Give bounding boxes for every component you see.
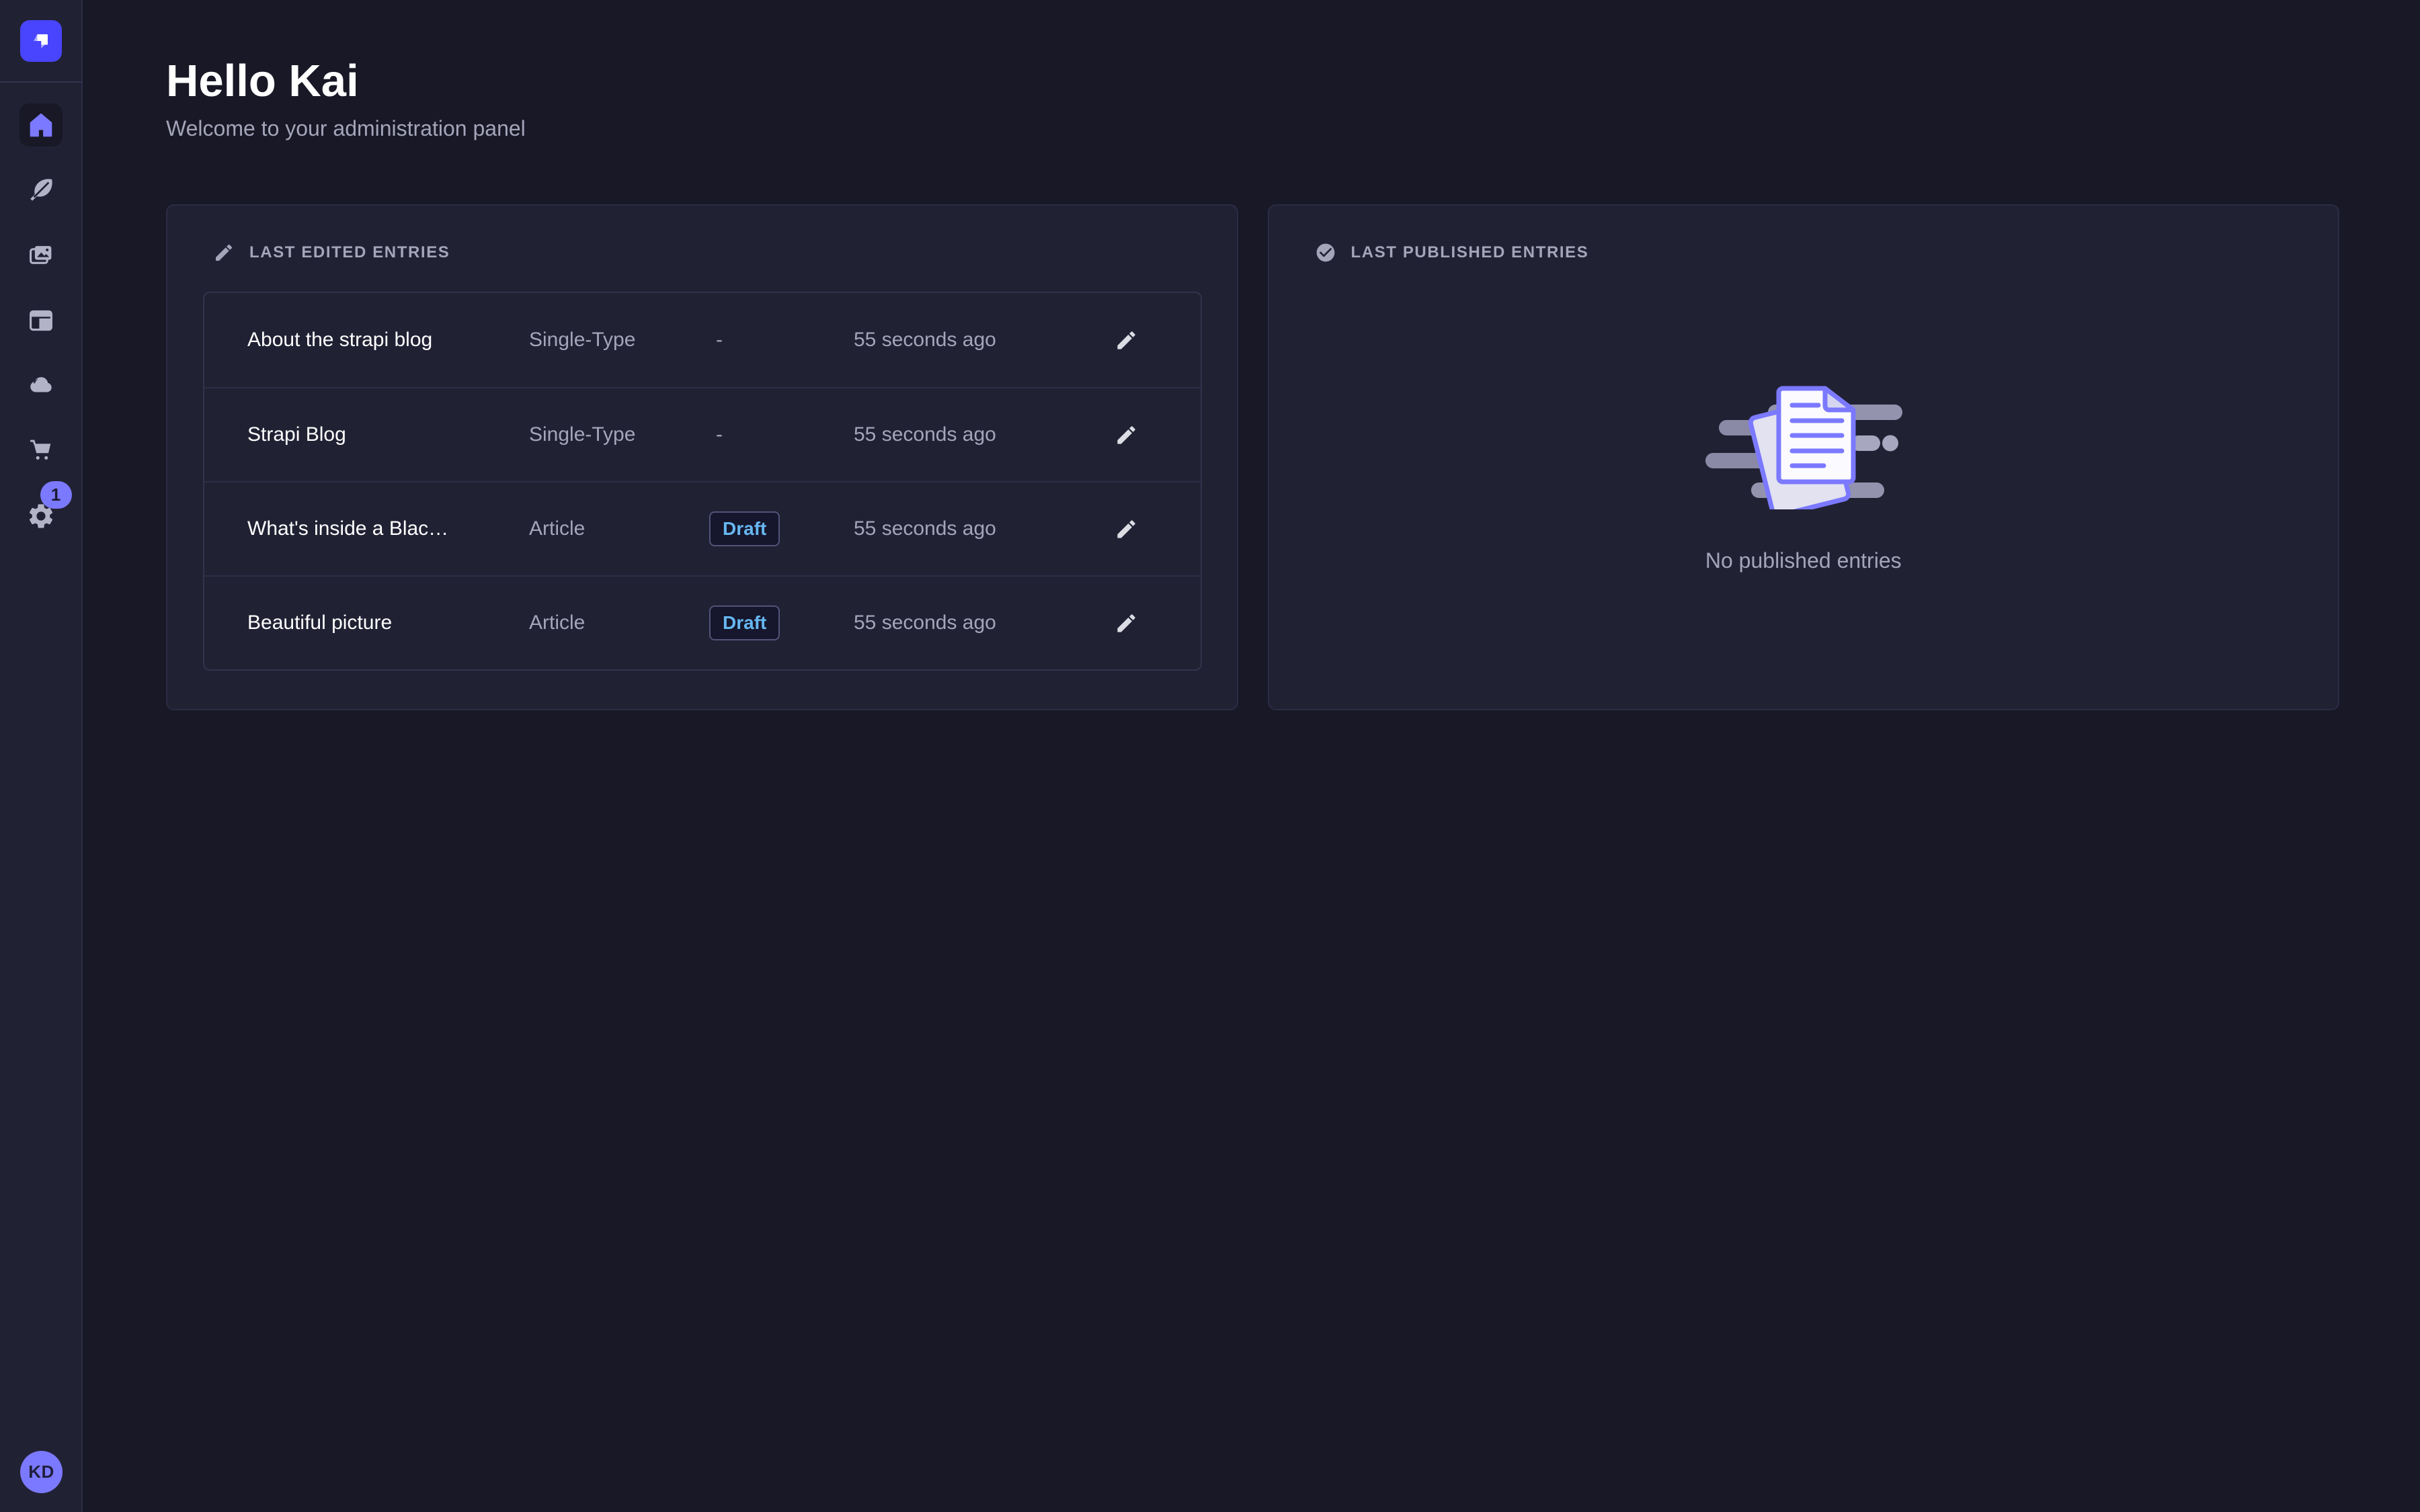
entry-status: Draft [716,605,854,640]
user-avatar[interactable]: KD [20,1451,63,1493]
nav-item-cloud[interactable] [19,364,63,407]
empty-state-text: No published entries [1705,548,1902,573]
last-published-panel: LAST PUBLISHED ENTRIES [1268,204,2340,710]
cloud-icon [26,371,56,401]
nav-item-settings[interactable]: 1 [19,495,63,538]
edit-entry-button[interactable] [1109,606,1143,640]
check-circle-icon [1315,242,1336,263]
entry-type: Article [529,612,716,634]
entry-status: Draft [716,511,854,546]
entry-time: 55 seconds ago [854,517,1073,540]
entry-time: 55 seconds ago [854,329,1073,351]
entry-title: About the strapi blog [247,329,529,351]
entry-type: Single-Type [529,423,716,446]
entry-title: Strapi Blog [247,423,529,446]
nav-item-content-type-builder[interactable] [19,299,63,342]
panels-row: LAST EDITED ENTRIES About the strapi blo… [166,204,2339,710]
edit-entry-button[interactable] [1109,512,1143,546]
cart-icon [26,436,56,466]
page-title: Hello Kai [166,55,2339,107]
entry-time: 55 seconds ago [854,423,1073,446]
sidebar-divider [0,81,82,83]
last-published-title: LAST PUBLISHED ENTRIES [1351,243,1589,262]
entry-type: Single-Type [529,329,716,351]
nav-items: 1 [19,103,63,538]
pencil-icon [1115,329,1138,352]
last-edited-panel: LAST EDITED ENTRIES About the strapi blo… [166,204,1238,710]
strapi-logo[interactable] [20,20,62,62]
main-navigation: 1 KD [0,0,83,1512]
edit-entry-button[interactable] [1109,418,1143,452]
pencil-icon [1115,423,1138,447]
nav-item-home[interactable] [19,103,63,146]
main-content: Hello Kai Welcome to your administration… [84,0,2420,1512]
entry-type: Article [529,517,716,540]
table-row: Beautiful picture Article Draft 55 secon… [204,575,1201,669]
status-badge: Draft [709,511,780,546]
table-row: About the strapi blog Single-Type - 55 s… [204,293,1201,387]
table-row: Strapi Blog Single-Type - 55 seconds ago [204,387,1201,481]
entry-title: Beautiful picture [247,612,529,634]
entry-time: 55 seconds ago [854,612,1073,634]
notification-badge: 1 [40,481,72,509]
table-row: What's inside a Blac… Article Draft 55 s… [204,481,1201,575]
pencil-icon [213,242,235,263]
empty-state: No published entries [1269,263,2339,573]
entry-title: What's inside a Blac… [247,517,529,540]
nav-item-marketplace[interactable] [19,429,63,472]
last-edited-table: About the strapi blog Single-Type - 55 s… [203,292,1202,671]
status-badge: Draft [709,605,780,640]
pencil-icon [1115,517,1138,541]
nav-item-content-manager[interactable] [19,169,63,212]
last-edited-header: LAST EDITED ENTRIES [167,206,1237,263]
page-subtitle: Welcome to your administration panel [166,116,2339,141]
last-edited-title: LAST EDITED ENTRIES [249,243,450,262]
last-published-header: LAST PUBLISHED ENTRIES [1269,206,2339,263]
edit-entry-button[interactable] [1109,323,1143,358]
entry-status: - [716,423,854,446]
nav-item-media-library[interactable] [19,234,63,277]
strapi-logo-icon [28,28,54,54]
empty-documents-illustration [1704,378,1903,509]
feather-icon [26,175,56,205]
layout-icon [26,306,56,335]
entry-status: - [716,329,854,351]
images-icon [26,241,56,270]
pencil-icon [1115,612,1138,635]
home-icon [26,110,56,140]
